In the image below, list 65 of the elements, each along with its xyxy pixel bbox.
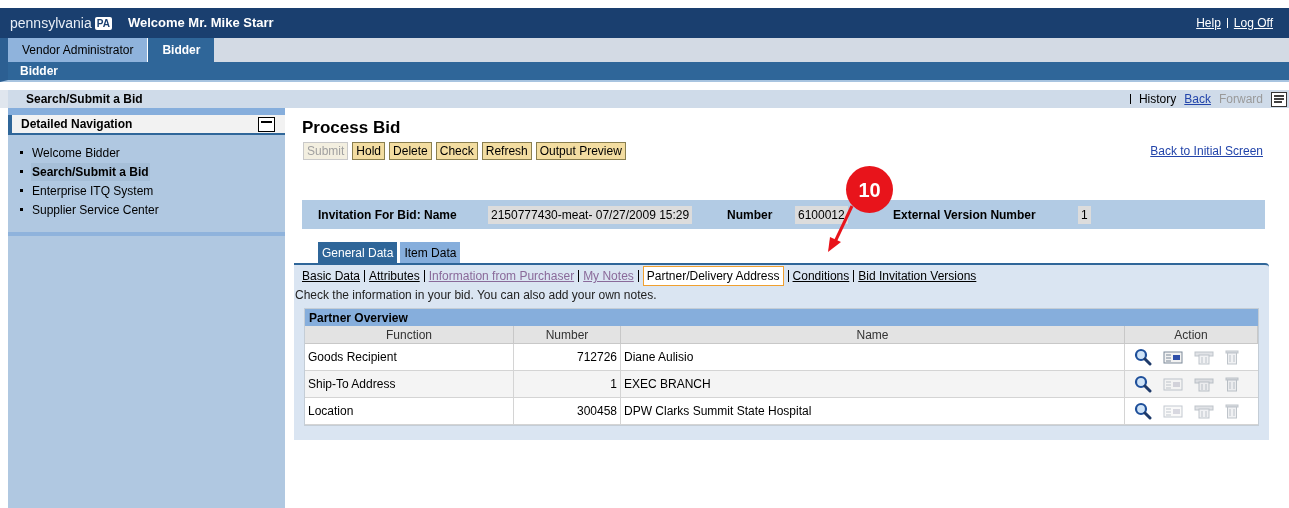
section-link[interactable]: Attributes	[369, 267, 420, 285]
toolbar-button[interactable]: Hold	[352, 142, 386, 160]
trash-icon[interactable]	[1225, 376, 1239, 392]
table-cell: Goods Recipient	[305, 344, 514, 371]
search-icon[interactable]	[1134, 348, 1152, 366]
section-link[interactable]: Basic Data	[302, 267, 361, 285]
tab[interactable]: General Data	[318, 242, 398, 263]
toolbar-button[interactable]: Delete	[389, 142, 432, 160]
section-link[interactable]: My Notes	[583, 267, 634, 285]
card-icon[interactable]	[1163, 350, 1183, 364]
instruction-text: Check the information in your bid. You can also add your own notes.	[295, 287, 658, 303]
history-menu[interactable]: History	[1138, 90, 1177, 108]
section-link[interactable]: Conditions	[792, 267, 850, 285]
printer-icon[interactable]	[1194, 376, 1214, 392]
sub-navigation-item[interactable]: Bidder	[20, 62, 58, 80]
section-link[interactable]: Partner/Delivery Address	[642, 266, 784, 286]
table-cell: 1	[514, 371, 621, 398]
table-cell: Ship-To Address	[305, 371, 514, 398]
log-off-link[interactable]: Log Off	[1233, 14, 1273, 32]
table-cell: 300458	[514, 398, 621, 425]
field-value: 6100012	[795, 205, 848, 224]
section-link[interactable]: Bid Invitation Versions	[858, 267, 977, 285]
printer-icon[interactable]	[1194, 349, 1214, 365]
search-icon[interactable]	[1134, 375, 1152, 393]
collapse-button[interactable]	[258, 116, 275, 132]
sidebar-item[interactable]: Supplier Service Center	[31, 200, 160, 219]
table-title: Partner Overview	[309, 309, 408, 327]
back-to-initial-screen-link[interactable]: Back to Initial Screen	[1150, 142, 1263, 160]
table-cell: DPW Clarks Summit State Hospital	[621, 398, 1125, 425]
field-value: 1	[1078, 205, 1091, 224]
column-header: Action	[1125, 326, 1258, 344]
field-label: Invitation For Bid: Name	[318, 206, 457, 224]
logo: pennsylvania	[10, 13, 92, 33]
table-cell: 712726	[514, 344, 621, 371]
back-link[interactable]: Back	[1184, 90, 1211, 108]
page-title: Search/Submit a Bid	[26, 91, 143, 108]
column-header: Name	[621, 326, 1125, 344]
column-header: Function	[305, 326, 514, 344]
page-heading: Process Bid	[302, 118, 402, 138]
top-tab[interactable]: Bidder	[148, 38, 215, 62]
table-cell: Location	[305, 398, 514, 425]
menu-icon[interactable]	[1271, 91, 1287, 107]
column-header: Number	[514, 326, 621, 344]
sidebar-item[interactable]: Enterprise ITQ System	[31, 181, 155, 200]
trash-icon[interactable]	[1225, 403, 1239, 419]
section-link[interactable]: Information from Purchaser	[428, 267, 575, 285]
sidebar-item[interactable]: Search/Submit a Bid	[31, 162, 150, 181]
search-icon[interactable]	[1134, 402, 1152, 420]
sidebar-title: Detailed Navigation	[21, 116, 133, 133]
field-label: Number	[727, 206, 773, 224]
help-link[interactable]: Help	[1196, 14, 1221, 32]
tab[interactable]: Item Data	[400, 242, 461, 263]
table-cell: EXEC BRANCH	[621, 371, 1125, 398]
field-value: 2150777430-meat- 07/27/2009 15:29	[488, 205, 693, 224]
printer-icon[interactable]	[1194, 403, 1214, 419]
logo-badge: PA	[94, 16, 112, 30]
trash-icon[interactable]	[1225, 349, 1239, 365]
toolbar-button[interactable]: Output Preview	[535, 142, 626, 160]
field-label: External Version Number	[893, 206, 1036, 224]
table-cell: Diane Aulisio	[621, 344, 1125, 371]
welcome-text: Welcome Mr. Mike Starr	[127, 14, 274, 33]
toolbar-button[interactable]: Check	[435, 142, 478, 160]
top-tab[interactable]: Vendor Administrator	[8, 38, 149, 62]
sidebar-item[interactable]: Welcome Bidder	[31, 143, 121, 162]
toolbar-button[interactable]: Refresh	[481, 142, 532, 160]
